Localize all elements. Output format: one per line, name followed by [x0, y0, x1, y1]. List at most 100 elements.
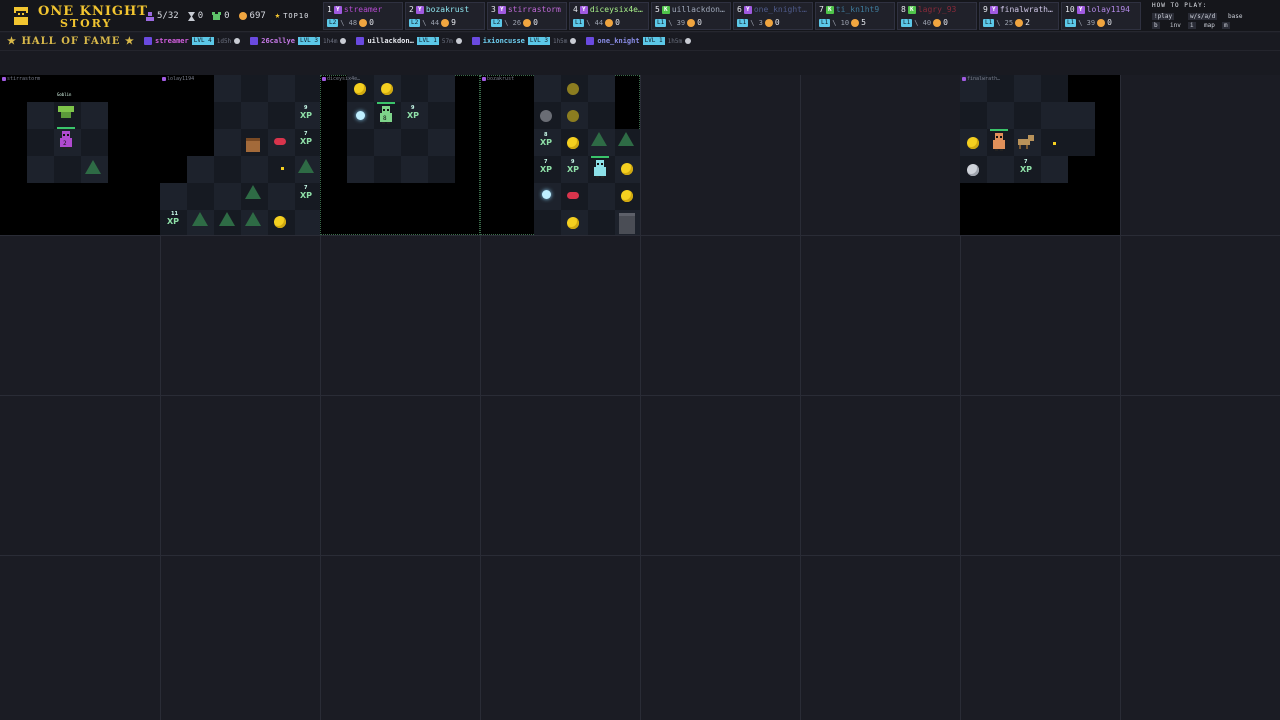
map-tile [428, 156, 455, 183]
map-tile [187, 183, 214, 210]
platform-badge-icon: K [907, 5, 916, 14]
grid-line [0, 555, 1280, 556]
map-tile [81, 102, 108, 129]
player-viewport[interactable]: stirrastorm Goblin 2 [0, 75, 160, 235]
xp-label: XP [300, 191, 313, 200]
xp-label: XP [567, 165, 580, 174]
player-name: diceysix4e… [589, 5, 643, 14]
leaderboard-card[interactable]: 3 Ystirrastorm L2 \ 26 0 [487, 2, 567, 30]
gold-coin-icon [567, 137, 579, 149]
hall-of-fame-entry: streamer LVL 4 1d5h [144, 37, 241, 45]
xp-amount: 8 [544, 132, 548, 138]
hof-time: 1h4m [323, 37, 338, 45]
skull-icon [455, 38, 462, 44]
dull-coin-icon [567, 83, 579, 95]
leaderboard-card[interactable]: 2 Ybozakrust L2 \ 44 9 [405, 2, 485, 30]
leaderboard-card[interactable]: 4 Ydiceysix4e… L1 \ 44 0 [569, 2, 649, 30]
goblin-enemy-icon [58, 106, 74, 118]
gold-coin-icon [1097, 18, 1106, 27]
hero-level: 2 [63, 140, 67, 147]
map-tile [588, 75, 615, 102]
hof-name: streamer [155, 37, 189, 45]
xp-amount: 7 [304, 185, 308, 191]
player-viewport[interactable]: lolay1194 9 XP 7 XP 7 XP 11 XP [160, 75, 320, 235]
platform-badge-icon [471, 37, 480, 45]
gold-coin-icon [441, 18, 450, 27]
map-tile [588, 210, 615, 235]
map-tile [214, 102, 241, 129]
health-bar [377, 102, 395, 104]
map-tile [187, 156, 214, 183]
rank-number: 3 [491, 5, 496, 14]
kills-stat: 0 [212, 11, 230, 21]
map-tile [241, 75, 268, 102]
title-line-2: STORY [60, 17, 113, 30]
map-tile [214, 156, 241, 183]
platform-badge-icon: Y [743, 5, 752, 14]
platform-badge-icon: K [825, 5, 834, 14]
map-tile [27, 129, 54, 156]
gold-coin-icon [238, 12, 247, 20]
platform-badge-icon: Y [415, 5, 424, 14]
xp-orb-icon: 7 XP [300, 131, 312, 146]
rank-number: 9 [983, 5, 988, 14]
gold-amount: 5 [861, 18, 866, 27]
tree-icon [245, 212, 261, 226]
map-tile [27, 102, 54, 129]
map-tile [241, 102, 268, 129]
gold-coin-icon [621, 190, 633, 202]
player-viewport[interactable]: bozakrust 8 XP 7 XP 9 XP [480, 75, 640, 235]
leaderboard-card[interactable]: 1 Ystreamer L2 \ 48 0 [323, 2, 403, 30]
leaderboard-card[interactable]: 9 Yfinalwrath… L1 \ 25 2 [979, 2, 1059, 30]
tree-icon [618, 132, 634, 146]
viewport-label: bozakrust [482, 76, 514, 82]
silver-coin-icon [967, 164, 979, 176]
map-tile [588, 183, 615, 210]
player-name: ti_kn1ht9 [835, 5, 880, 14]
platform-badge-icon [356, 37, 365, 45]
hof-level: LVL 3 [527, 37, 550, 45]
top10-label: ★ TOP10 [275, 11, 310, 21]
map-tile [960, 102, 987, 129]
how-to-play-title: HOW TO PLAY: [1152, 2, 1208, 9]
gold-amount: 0 [369, 18, 374, 27]
rank-number: 2 [409, 5, 414, 14]
grid-line [640, 75, 641, 720]
leaderboard-card[interactable]: 7 Kti_kn1ht9 L1 \ 10 5 [815, 2, 895, 30]
sword-count: \ 26 [504, 18, 522, 27]
sparkle-icon [281, 167, 284, 170]
gold-coin-icon [523, 18, 532, 27]
hall-of-fame-bar: ★ HALL OF FAME ★ streamer LVL 4 1d5h 26call… [0, 33, 1280, 51]
gold-amount: 0 [1107, 18, 1112, 27]
leaderboard-card[interactable]: 10 Ylolay1194 L1 \ 39 0 [1061, 2, 1141, 30]
health-bar [57, 127, 75, 129]
level-badge: L1 [901, 18, 913, 27]
gold-coin-icon [274, 216, 286, 228]
platform-badge-icon [2, 77, 6, 81]
hero-sprite-icon[interactable] [992, 133, 1006, 151]
player-viewport[interactable]: diceysix4e… 9 XP 8 [320, 75, 480, 235]
player-viewport[interactable]: finalwrath… 7 XP [960, 75, 1120, 235]
level-badge: L1 [1065, 18, 1077, 27]
sword-count: \ 39 [1078, 18, 1096, 27]
hero-sprite-icon[interactable] [593, 160, 607, 178]
map-tile [534, 210, 561, 235]
hourglass-count: 0 [197, 11, 204, 21]
leaderboard-card[interactable]: 6 Yone_knight… L1 \ 3 0 [733, 2, 813, 30]
star-icon: ★ [274, 11, 281, 21]
leaderboard-card[interactable]: 8 Klagry_93 L1 \ 40 0 [897, 2, 977, 30]
hof-name: 26callye [261, 37, 295, 45]
level-badge: L1 [573, 18, 585, 27]
tree-icon [192, 212, 208, 226]
player-name: bozakrust [425, 5, 470, 14]
level-badge: L2 [409, 18, 421, 27]
xp-orb-icon: 9 XP [567, 159, 580, 174]
map-tile [241, 156, 268, 183]
leaderboard-card[interactable]: 5 Kuillackdon… L1 \ 39 0 [651, 2, 731, 30]
grid-line [0, 235, 1280, 236]
leaderboard: 1 Ystreamer L2 \ 48 0 2 Ybozakrust L2 \ 44 9 3 Ysti… [323, 2, 1141, 30]
viewport-player-name: stirrastorm [7, 76, 41, 82]
map-tile [401, 156, 428, 183]
hof-time: 1d5h [216, 37, 232, 45]
sword-count: \ 44 [422, 18, 440, 27]
